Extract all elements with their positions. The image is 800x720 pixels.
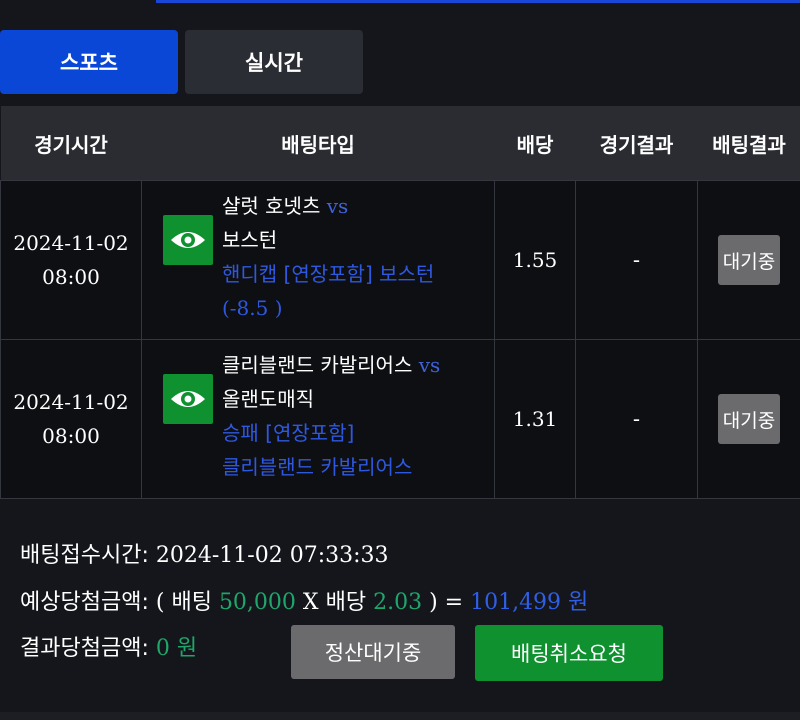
result-label: 결과당첨금액: (20, 636, 149, 661)
tab-sports[interactable]: 스포츠 (0, 30, 178, 94)
header-match-time: 경기시간 (0, 106, 142, 181)
match-result-cell: - (575, 339, 698, 499)
bet-time-label: 배팅접수시간: (20, 543, 149, 568)
table-row: 2024-11-02 08:00 클리블랜드 카발리어스 vs 올랜도매직 승패… (0, 339, 800, 499)
match-time-cell: 2024-11-02 08:00 (0, 180, 142, 340)
table-row: 2024-11-02 08:00 샬럿 호넷츠 vs 보스턴 핸디캡 [연장포함… (0, 180, 800, 340)
pick-team: 클리블랜드 카발리어스 (222, 455, 413, 479)
expected-label: 예상당첨금액: (20, 590, 149, 615)
header-odds: 배당 (494, 106, 576, 181)
status-badge[interactable]: 대기중 (718, 235, 780, 285)
eye-icon (171, 391, 205, 407)
home-team: 샬럿 호넷츠 (222, 194, 321, 218)
match-date: 2024-11-02 (13, 231, 129, 255)
result-amount: 0 원 (155, 636, 198, 661)
vs-label: vs (326, 194, 349, 218)
header-match-result: 경기결과 (575, 106, 698, 181)
tab-live[interactable]: 실시간 (185, 30, 363, 94)
view-detail-button[interactable] (163, 374, 213, 424)
odds-word: 배당 (325, 590, 367, 615)
status-badge[interactable]: 대기중 (718, 394, 780, 444)
odds-cell: 1.55 (494, 180, 576, 340)
vs-label: vs (418, 353, 441, 377)
bet-time-line: 배팅접수시간: 2024-11-02 07:33:33 (20, 537, 389, 569)
bet-type-cell: 샬럿 호넷츠 vs 보스턴 핸디캡 [연장포함] 보스턴 (-8.5 ) (141, 180, 495, 340)
expected-amount: 101,499 원 (470, 590, 589, 615)
match-date: 2024-11-02 (13, 390, 129, 414)
bet-result-cell: 대기중 (697, 339, 800, 499)
home-team: 클리블랜드 카발리어스 (222, 353, 413, 377)
bet-result-cell: 대기중 (697, 180, 800, 340)
close-equals: ) = (429, 590, 464, 615)
pick-line: 승패 [연장포함] (222, 421, 355, 445)
cancel-bet-button[interactable]: 배팅취소요청 (475, 625, 663, 681)
match-result-cell: - (575, 180, 698, 340)
bottom-divider (0, 712, 800, 720)
bet-time-value: 2024-11-02 07:33:33 (155, 543, 389, 568)
match-time: 08:00 (42, 424, 100, 448)
top-accent-line (156, 0, 800, 3)
bet-type-cell: 클리블랜드 카발리어스 vs 올랜도매직 승패 [연장포함] 클리블랜드 카발리… (141, 339, 495, 499)
odds-cell: 1.31 (494, 339, 576, 499)
away-team: 올랜도매직 (222, 387, 314, 411)
times-sign: X (302, 590, 319, 615)
match-time-cell: 2024-11-02 08:00 (0, 339, 142, 499)
settle-pending-button[interactable]: 정산대기중 (291, 625, 455, 679)
pick-handicap: (-8.5 ) (222, 296, 283, 320)
open-paren: ( (155, 590, 165, 615)
match-time: 08:00 (42, 265, 100, 289)
header-bet-type: 배팅타입 (141, 106, 495, 181)
expected-win-line: 예상당첨금액: ( 배팅 50,000 X 배당 2.03 ) = 101,49… (20, 584, 588, 616)
pick-line: 핸디캡 [연장포함] 보스턴 (222, 262, 435, 286)
eye-icon (171, 232, 205, 248)
result-win-line: 결과당첨금액: 0 원 (20, 630, 197, 662)
total-odds: 2.03 (373, 590, 423, 615)
bet-amount: 50,000 (218, 590, 296, 615)
table-header-row: 경기시간 배팅타입 배당 경기결과 배팅결과 (0, 106, 800, 181)
away-team: 보스턴 (222, 228, 278, 252)
view-detail-button[interactable] (163, 215, 213, 265)
header-bet-result: 배팅결과 (697, 106, 800, 181)
bet-word: 배팅 (171, 590, 212, 615)
bet-table: 경기시간 배팅타입 배당 경기결과 배팅결과 2024-11-02 08:00 (0, 106, 800, 499)
